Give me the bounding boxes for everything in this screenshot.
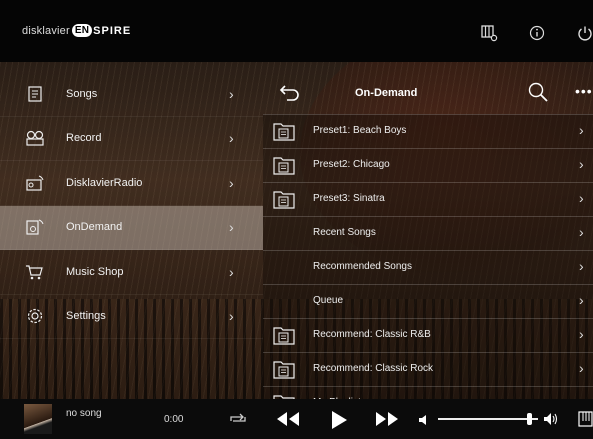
logo-en-badge: EN (71, 24, 93, 37)
player-bar: no song 0:00 (0, 399, 593, 439)
ondemand-list-item[interactable]: Recent Songs › (263, 216, 593, 250)
repeat-icon[interactable] (228, 412, 248, 430)
ondemand-list-item-label: Preset1: Beach Boys (313, 125, 407, 136)
header-bar: disklavier EN SPIRE (0, 0, 593, 62)
rewind-icon[interactable] (275, 410, 301, 428)
ondemand-list-item[interactable]: Preset1: Beach Boys › (263, 114, 593, 148)
chevron-right-icon: › (579, 258, 584, 274)
ondemand-list-item[interactable]: Recommend: Classic Rock › (263, 352, 593, 386)
ondemand-list-item[interactable]: Preset3: Sinatra › (263, 182, 593, 216)
ondemand-list-item-label: Recommend: Classic Rock (313, 363, 434, 374)
album-art-thumbnail[interactable] (24, 404, 52, 434)
volume-high-icon (543, 412, 559, 430)
menu-item-label: Settings (66, 310, 106, 323)
chevron-right-icon: › (229, 219, 234, 236)
main-menu: Songs › Record › DisklavierRadio › OnDem… (0, 72, 263, 339)
power-icon[interactable] (576, 24, 593, 42)
ondemand-list-item[interactable]: Preset2: Chicago › (263, 148, 593, 182)
chevron-right-icon: › (579, 360, 584, 376)
ondemand-list-item[interactable]: Recommended Songs › (263, 250, 593, 284)
info-icon[interactable] (528, 24, 546, 42)
menu-item-record[interactable]: Record › (0, 117, 263, 161)
ondemand-list-item-label: Recommend: Classic R&B (313, 329, 431, 340)
playback-time: 0:00 (164, 414, 184, 425)
menu-item-settings[interactable]: Settings › (0, 295, 263, 339)
volume-low-icon (418, 413, 428, 431)
ondemand-list-item[interactable]: Queue › (263, 284, 593, 318)
search-icon[interactable] (527, 81, 549, 103)
playlist-folder-icon (273, 324, 295, 346)
chevron-right-icon: › (579, 156, 584, 172)
back-arrow-icon[interactable] (279, 82, 301, 102)
ondemand-list: Preset1: Beach Boys › Preset2: Chicago › Pre… (263, 114, 593, 420)
library-settings-icon[interactable] (480, 24, 498, 42)
menu-item-songs[interactable]: Songs › (0, 72, 263, 117)
keyboard-icon[interactable] (578, 411, 593, 429)
menu-item-label: Record (66, 132, 102, 145)
disklavier-enspire-logo: disklavier EN SPIRE (22, 24, 131, 37)
chevron-right-icon: › (579, 122, 584, 138)
menu-item-ondemand[interactable]: OnDemand › (0, 205, 263, 250)
record-icon (24, 129, 46, 147)
ondemand-list-item-label: Recent Songs (313, 227, 376, 238)
chevron-right-icon: › (229, 308, 234, 325)
songs-icon (24, 85, 46, 103)
menu-item-label: Music Shop (66, 265, 124, 278)
playlist-folder-icon (273, 120, 295, 142)
more-options-icon[interactable]: ••• (575, 83, 593, 99)
chevron-right-icon: › (229, 85, 234, 102)
menu-item-label: OnDemand (66, 221, 123, 234)
app-window: disklavier EN SPIRE Songs › Record › Dis… (0, 0, 593, 439)
volume-slider-handle[interactable] (527, 413, 532, 425)
settings-icon (24, 307, 46, 325)
playlist-folder-icon (273, 358, 295, 380)
logo-prefix: disklavier (22, 24, 70, 37)
chevron-right-icon: › (229, 174, 234, 191)
ondemand-panel: On-Demand ••• Preset1: Beach Boys › Preset… (263, 72, 593, 420)
chevron-right-icon: › (229, 263, 234, 280)
ondemand-list-item-label: Preset3: Sinatra (313, 193, 385, 204)
chevron-right-icon: › (579, 190, 584, 206)
panel-header: On-Demand ••• (263, 72, 593, 114)
chevron-right-icon: › (579, 292, 584, 308)
song-title: no song (66, 408, 102, 419)
playlist-folder-icon (273, 154, 295, 176)
chevron-right-icon: › (579, 326, 584, 342)
menu-item-disklavierradio[interactable]: DisklavierRadio › (0, 161, 263, 206)
fast-forward-icon[interactable] (374, 410, 400, 428)
chevron-right-icon: › (579, 224, 584, 240)
panel-title: On-Demand (355, 87, 418, 99)
menu-item-label: Songs (66, 87, 98, 100)
ondemand-list-item-label: Preset2: Chicago (313, 159, 390, 170)
volume-slider[interactable] (438, 418, 538, 420)
logo-suffix: SPIRE (93, 24, 132, 37)
menu-item-music-shop[interactable]: Music Shop › (0, 250, 263, 295)
ondemand-list-item[interactable]: Recommend: Classic R&B › (263, 318, 593, 352)
ondemand-icon (24, 218, 46, 236)
radio-icon (24, 174, 46, 192)
play-icon[interactable] (330, 410, 348, 429)
ondemand-list-item-label: Queue (313, 295, 344, 306)
menu-item-label: DisklavierRadio (66, 176, 143, 189)
playlist-folder-icon (273, 188, 295, 210)
ondemand-list-item-label: Recommended Songs (313, 261, 412, 272)
cart-icon (24, 263, 46, 281)
chevron-right-icon: › (229, 130, 234, 147)
